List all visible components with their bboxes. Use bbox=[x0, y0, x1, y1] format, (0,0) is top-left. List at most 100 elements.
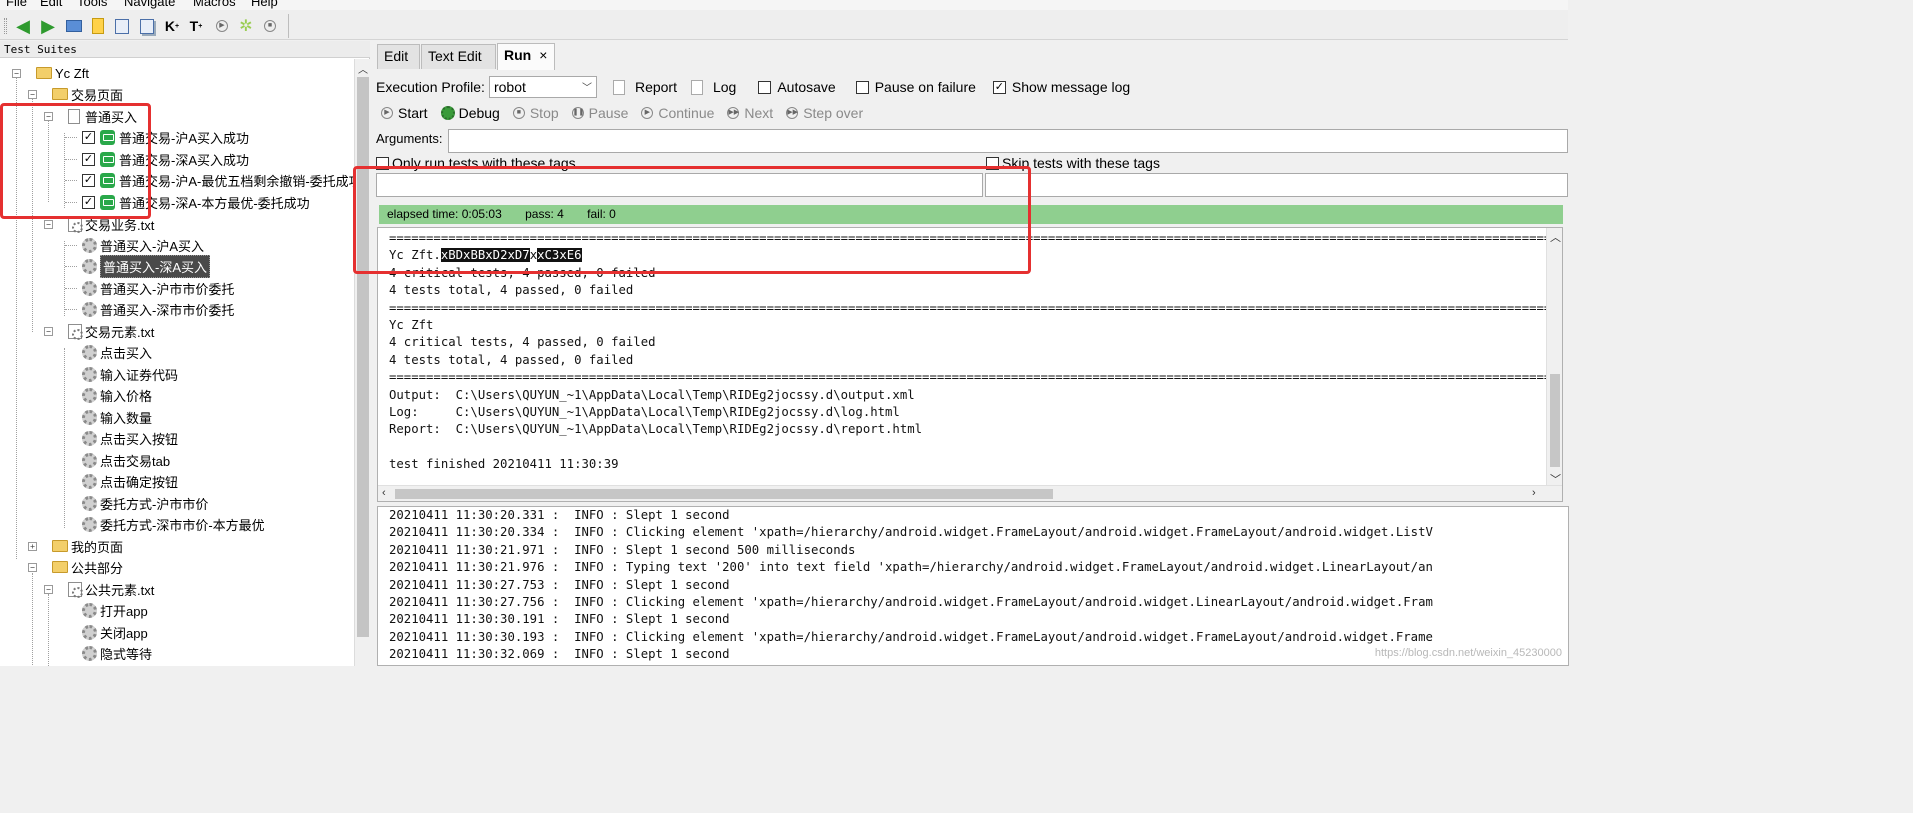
skip-tags-checkbox[interactable] bbox=[986, 156, 999, 170]
scrollbar-thumb[interactable] bbox=[357, 77, 369, 637]
tree-item-root[interactable]: Yc Zft bbox=[36, 63, 89, 83]
console-vertical-scrollbar[interactable]: ︿ ﹀ bbox=[1546, 228, 1562, 487]
scroll-up-icon[interactable]: ︿ bbox=[1550, 229, 1561, 245]
step-over-button[interactable]: ▶▶ Step over bbox=[786, 105, 863, 121]
tree-item-common[interactable]: 公共部分 bbox=[52, 557, 123, 577]
stop-label: Stop bbox=[529, 105, 559, 121]
log-button[interactable]: Log bbox=[713, 79, 736, 95]
tree-item-test-case[interactable]: ✓ 普通交易-沪A买入成功 bbox=[82, 127, 249, 147]
open-folder-icon[interactable] bbox=[65, 17, 83, 35]
stop-button[interactable]: ■ Stop bbox=[512, 105, 559, 121]
start-button[interactable]: ▶ Start bbox=[381, 105, 428, 121]
pause-button[interactable]: ❚❚ Pause bbox=[571, 105, 628, 121]
tree-item-keyword[interactable]: 点击交易tab bbox=[82, 450, 170, 470]
settings-gear-icon[interactable]: ✲ bbox=[237, 17, 255, 35]
text-t-icon[interactable]: T + bbox=[187, 17, 205, 35]
tree-item-resource-biz[interactable]: 交易业务.txt bbox=[68, 214, 154, 234]
tree-item-keyword[interactable]: 点击买入 bbox=[82, 342, 152, 362]
tree-item-keyword[interactable]: 普通买入-深市市价委托 bbox=[82, 299, 234, 319]
tree-item-keyword[interactable]: 普通买入-沪市市价委托 bbox=[82, 278, 234, 298]
tree-item-trade-page[interactable]: 交易页面 bbox=[52, 84, 123, 104]
tree-item-keyword[interactable]: 输入证券代码 bbox=[82, 364, 178, 384]
collapse-toggle[interactable]: − bbox=[12, 69, 21, 78]
tab-edit[interactable]: Edit bbox=[377, 44, 420, 69]
report-button[interactable]: Report bbox=[635, 79, 677, 95]
tree-item-keyword[interactable]: 普通买入-沪A买入 bbox=[82, 235, 204, 255]
tree-item-my-page[interactable]: 我的页面 bbox=[52, 536, 123, 556]
debug-button[interactable]: Debug bbox=[440, 105, 500, 121]
tree-item-test-case[interactable]: ✓ 普通交易-深A-本方最优-委托成功 bbox=[82, 192, 310, 212]
tree-item-keyword[interactable]: 委托方式-沪市市价 bbox=[82, 493, 208, 513]
tree-label: 点击买入按钮 bbox=[100, 431, 179, 447]
robot-test-icon bbox=[100, 172, 115, 188]
tree-item-keyword[interactable]: 关闭app bbox=[82, 622, 148, 642]
autosave-checkbox[interactable] bbox=[758, 80, 772, 94]
only-run-tags-checkbox[interactable] bbox=[376, 156, 389, 170]
back-arrow-icon[interactable]: ◀ bbox=[14, 16, 32, 36]
console-horizontal-scrollbar[interactable]: ‹ › bbox=[378, 485, 1562, 501]
console-output[interactable]: ========================================… bbox=[377, 227, 1563, 502]
test-checkbox[interactable]: ✓ bbox=[82, 130, 95, 144]
tree-item-keyword[interactable]: 点击买入按钮 bbox=[82, 428, 178, 448]
tree-item-test-case[interactable]: ✓ 普通交易-沪A-最优五档剩余撤销-委托成功 bbox=[82, 170, 354, 190]
tree-item-test-case[interactable]: ✓ 普通交易-深A买入成功 bbox=[82, 149, 249, 169]
menu-navigate[interactable]: Navigate bbox=[124, 0, 175, 9]
collapse-toggle[interactable]: − bbox=[44, 585, 53, 594]
tab-text-edit[interactable]: Text Edit bbox=[421, 44, 496, 69]
tree-item-keyword[interactable]: 打开app bbox=[82, 600, 148, 620]
tree-item-keyword[interactable]: 点击确定按钮 bbox=[82, 471, 178, 491]
scroll-up-icon[interactable]: ︿ bbox=[358, 61, 368, 76]
save-icon[interactable] bbox=[113, 17, 131, 35]
menu-file[interactable]: File bbox=[6, 0, 27, 9]
collapse-toggle[interactable]: − bbox=[28, 563, 37, 572]
keyword-k-icon[interactable]: K + bbox=[163, 17, 181, 35]
forward-arrow-icon[interactable]: ▶ bbox=[39, 16, 57, 36]
step-over-label: Step over bbox=[803, 105, 864, 121]
close-icon[interactable]: × bbox=[539, 47, 547, 63]
menu-macros[interactable]: Macros bbox=[193, 0, 236, 9]
menu-tools[interactable]: Tools bbox=[77, 0, 107, 9]
continue-button[interactable]: ▶ Continue bbox=[641, 105, 714, 121]
tab-run[interactable]: Run × bbox=[497, 43, 555, 70]
tree-item-keyword[interactable]: 委托方式-深市市价-本方最优 bbox=[82, 514, 265, 534]
test-checkbox[interactable]: ✓ bbox=[82, 152, 95, 166]
collapse-toggle[interactable]: − bbox=[44, 220, 53, 229]
arguments-input[interactable] bbox=[448, 129, 1568, 153]
scrollbar-thumb[interactable] bbox=[1550, 374, 1560, 467]
menu-help[interactable]: Help bbox=[251, 0, 278, 9]
new-file-icon[interactable] bbox=[89, 17, 107, 35]
message-log[interactable]: 20210411 11:30:20.331 : INFO : Slept 1 s… bbox=[377, 506, 1569, 666]
next-button[interactable]: ▶▶ Next bbox=[727, 105, 773, 121]
test-checkbox[interactable]: ✓ bbox=[82, 173, 95, 187]
skip-tags-input[interactable] bbox=[985, 173, 1568, 197]
tree-item-keyword[interactable]: 输入价格 bbox=[82, 385, 152, 405]
stop-icon[interactable]: ■ bbox=[261, 17, 279, 35]
scroll-left-icon[interactable]: ‹ bbox=[382, 487, 386, 499]
suite-tree[interactable]: − Yc Zft − 交易页面 − 普通买入 ✓ 普通交易-沪A买入成功 ✓ 普… bbox=[0, 59, 354, 666]
scrollbar-thumb[interactable] bbox=[395, 489, 1053, 499]
tree-item-suite-buy[interactable]: 普通买入 bbox=[68, 106, 137, 126]
tree-item-keyword-selected[interactable]: 普通买入-深A买入 bbox=[82, 254, 211, 278]
test-checkbox[interactable]: ✓ bbox=[82, 195, 95, 209]
collapse-toggle[interactable]: − bbox=[44, 327, 53, 336]
tree-item-resource-common[interactable]: 公共元素.txt bbox=[68, 579, 154, 599]
tree-guide-line bbox=[16, 69, 17, 559]
tree-scrollbar[interactable]: ︿ bbox=[354, 59, 370, 666]
expand-toggle[interactable]: + bbox=[28, 542, 37, 551]
tree-item-keyword[interactable]: 隐式等待 bbox=[82, 643, 152, 663]
tree-guide-line bbox=[65, 180, 77, 181]
collapse-toggle[interactable]: − bbox=[28, 90, 37, 99]
collapse-toggle[interactable]: − bbox=[44, 112, 53, 121]
console-finished-line: test finished 20210411 11:30:39 bbox=[389, 457, 619, 472]
tree-item-resource-elem[interactable]: 交易元素.txt bbox=[68, 321, 154, 341]
play-icon[interactable]: ▶ bbox=[213, 17, 231, 35]
only-run-tags-input[interactable] bbox=[376, 173, 983, 197]
menu-edit[interactable]: Edit bbox=[40, 0, 62, 9]
execution-profile-select[interactable]: robot ﹀ bbox=[488, 76, 597, 98]
show-message-log-checkbox[interactable]: ✓ bbox=[992, 80, 1006, 94]
resource-file-icon bbox=[68, 581, 83, 598]
save-all-icon[interactable] bbox=[138, 17, 156, 35]
tree-item-keyword[interactable]: 输入数量 bbox=[82, 407, 152, 427]
pause-on-failure-checkbox[interactable] bbox=[855, 80, 869, 94]
scroll-right-icon[interactable]: › bbox=[1532, 487, 1536, 499]
